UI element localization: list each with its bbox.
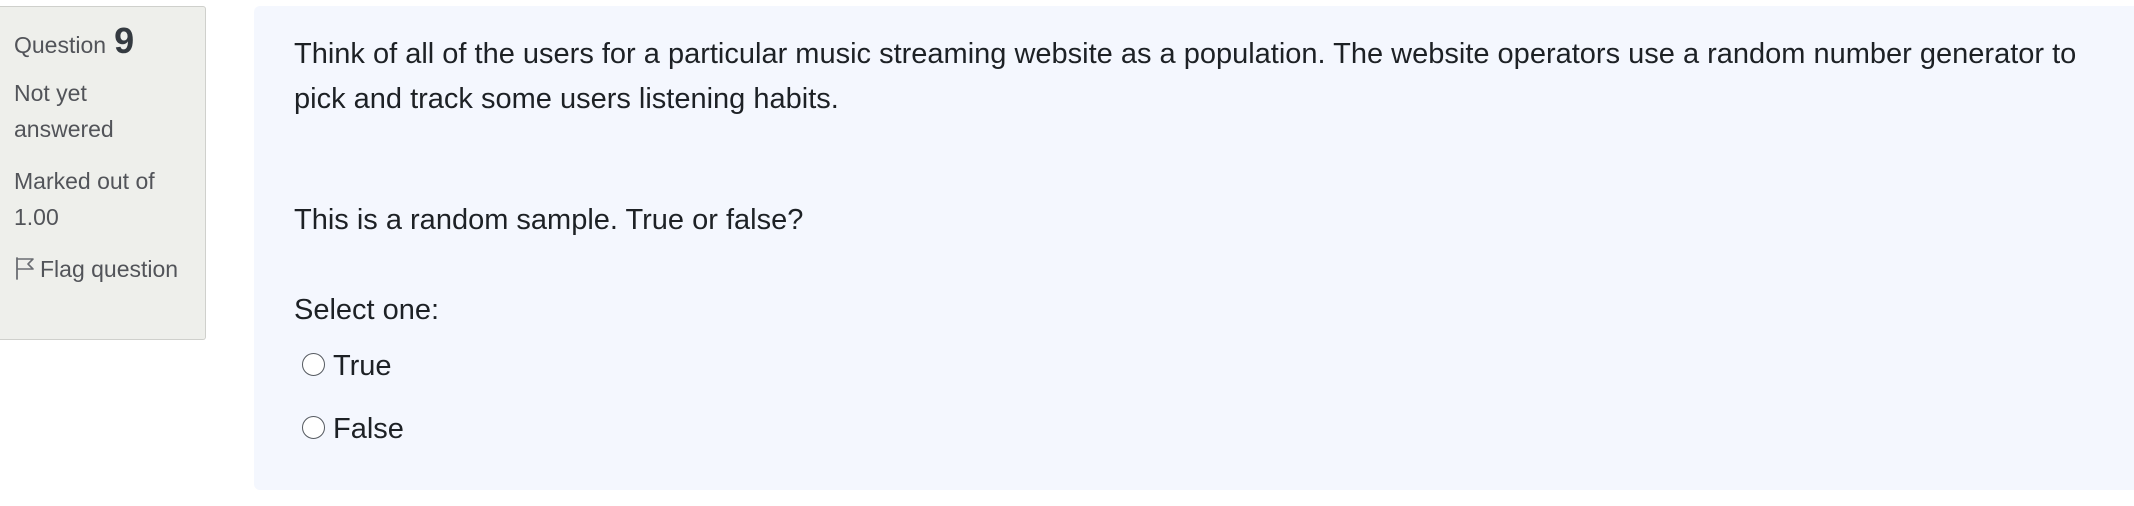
question-number: 9 — [114, 20, 135, 61]
option-true[interactable]: True — [302, 339, 2094, 393]
question-label: Question — [14, 32, 107, 58]
answer-options: True False — [294, 339, 2094, 456]
question-content-panel: Think of all of the users for a particul… — [254, 6, 2134, 490]
question-info-panel: Question 9 Not yet answered Marked out o… — [0, 6, 206, 340]
option-false[interactable]: False — [302, 402, 2094, 456]
flag-question-link[interactable]: Flag question — [14, 251, 191, 287]
option-true-label[interactable]: True — [333, 344, 392, 389]
select-one-prompt: Select one: — [294, 294, 440, 326]
question-grade: Marked out of 1.00 — [14, 168, 155, 230]
radio-true[interactable] — [302, 352, 325, 376]
question-number-heading: Question 9 — [14, 23, 191, 63]
flag-icon — [14, 254, 36, 280]
question-text-paragraph-2: This is a random sample. True or false? — [294, 204, 804, 236]
question-text: Think of all of the users for a particul… — [294, 32, 2094, 243]
question-text-paragraph-1: Think of all of the users for a particul… — [294, 38, 2077, 115]
option-false-label[interactable]: False — [333, 407, 404, 452]
flag-question-label: Flag question — [40, 256, 179, 282]
question-state: Not yet answered — [14, 80, 114, 142]
quiz-question-page: Question 9 Not yet answered Marked out o… — [0, 0, 2134, 506]
radio-false[interactable] — [302, 415, 325, 439]
